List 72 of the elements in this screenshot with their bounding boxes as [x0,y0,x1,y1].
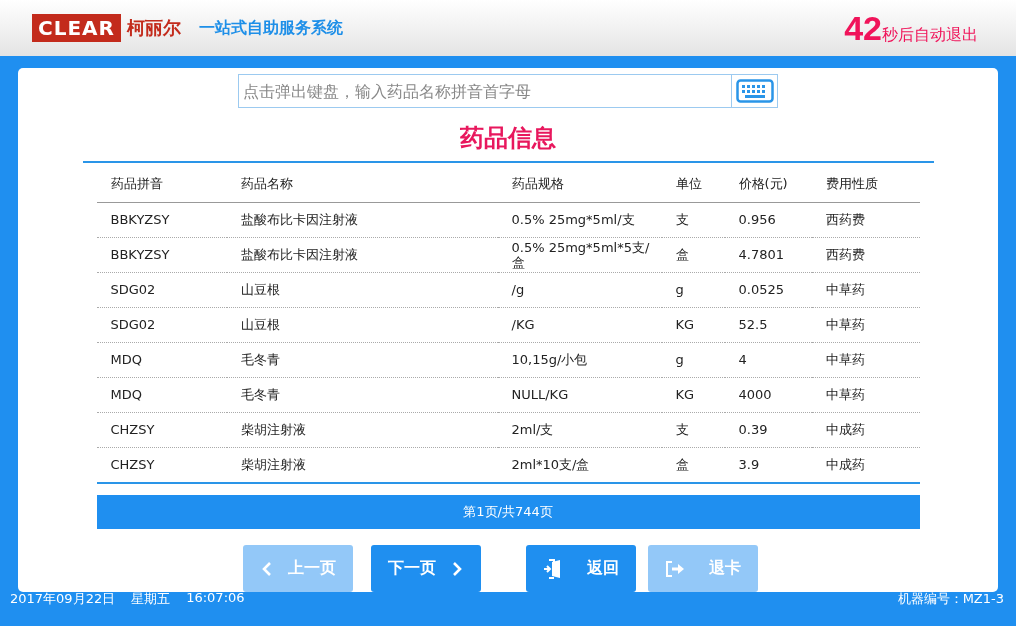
table-cell: 4 [724,342,812,378]
table-cell: 盐酸布比卡因注射液 [226,202,498,238]
table-cell: KG [661,377,725,413]
table-cell: 10,15g/小包 [497,342,662,378]
table-cell: CHZSY [96,447,227,483]
table-cell: 西药费 [811,202,920,238]
page-indicator: 第1页/共744页 [96,494,920,529]
table-cell: 0.956 [724,202,812,238]
table-cell: 4.7801 [724,237,812,273]
brand-name: 柯丽尔 [126,16,181,40]
table-cell: MDQ [96,342,227,378]
table-cell: 山豆根 [226,307,498,343]
logo: CLEAR [32,14,121,42]
table-cell: 支 [661,202,725,238]
page-title: 药品信息 [460,123,556,155]
keyboard-icon [735,79,774,103]
column-header: 药品拼音 [96,166,227,203]
table-cell: g [661,272,725,308]
column-header: 药品规格 [497,166,662,203]
table-cell: 52.5 [724,307,812,343]
table-cell: /g [497,272,662,308]
table-cell: 中草药 [811,342,920,378]
table-cell: 柴胡注射液 [226,412,498,448]
table-cell: 柴胡注射液 [226,447,498,483]
system-title: 一站式自助服务系统 [198,17,343,39]
weekday-text: 星期五 [131,590,171,608]
table-cell: 毛冬青 [226,377,498,413]
table-cell: 0.5% 25mg*5ml/支 [497,202,662,238]
table-cell: 盐酸布比卡因注射液 [226,237,498,273]
column-header: 药品名称 [226,166,498,203]
table-cell: 中草药 [811,307,920,343]
table-cell: BBKYZSY [96,237,227,273]
table-cell: CHZSY [96,412,227,448]
table-cell: 2ml/支 [497,412,662,448]
table-cell: 西药费 [811,237,920,273]
next-page-button[interactable]: 下一页 [370,545,481,592]
back-button[interactable]: 返回 [525,545,636,592]
keyboard-button[interactable] [731,74,778,108]
table-cell: 山豆根 [226,272,498,308]
table-cell: 中成药 [811,447,920,483]
table-cell: 盒 [661,237,725,273]
date-text: 2017年09月22日 [10,590,116,608]
column-header: 价格(元) [724,166,812,203]
table-cell: 0.5% 25mg*5ml*5支/盒 [497,237,662,273]
table-cell: 3.9 [724,447,812,483]
table-cell: 支 [661,412,725,448]
time-text: 16:07:06 [186,590,245,607]
exit-arrow-icon [664,559,685,578]
table-cell: SDG02 [96,307,227,343]
column-header: 单位 [661,166,725,203]
table-cell: 毛冬青 [226,342,498,378]
table-cell: 4000 [724,377,812,413]
table-cell: 0.0525 [724,272,812,308]
table-cell: 2ml*10支/盒 [497,447,662,483]
table-cell: MDQ [96,377,227,413]
countdown-label: 秒后自动退出 [882,24,978,46]
countdown-number: 42 [844,8,882,48]
table-cell: BBKYZSY [96,202,227,238]
table-cell: SDG02 [96,272,227,308]
table-cell: 中草药 [811,377,920,413]
door-arrow-icon [542,558,563,579]
table-cell: 中草药 [811,272,920,308]
machine-number: 机器编号：MZ1-3 [897,590,1004,608]
column-header: 费用性质 [811,166,920,203]
table-cell: KG [661,307,725,343]
table-cell: 0.39 [724,412,812,448]
table-cell: 盒 [661,447,725,483]
table-cell: NULL/KG [497,377,662,413]
search-field[interactable]: 点击弹出键盘，输入药品名称拼音首字母 [238,74,731,108]
table-cell: 中成药 [811,412,920,448]
table-cell: /KG [497,307,662,343]
table-cell: g [661,342,725,378]
